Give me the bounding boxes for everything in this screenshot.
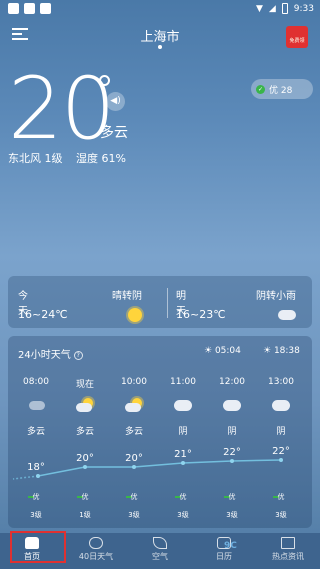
cloud-icon	[125, 403, 141, 412]
hour-time: 08:00	[23, 377, 49, 387]
cloud-calendar-icon	[89, 537, 103, 549]
daily-forecast-card[interactable]: 今天 16~24℃ 晴转阴 明天 16~23℃ 阴转小雨	[8, 276, 312, 328]
hourly-forecast-card[interactable]: 24小时天气? ☀ 05:04 ☀ 18:38 08:00 多云 18° 优 3…	[8, 336, 312, 528]
selection-highlight	[10, 531, 66, 563]
hour-temp: 20°	[76, 453, 94, 464]
app-notification-icon	[24, 3, 35, 14]
hour-time: 现在	[75, 380, 94, 390]
hour-temp: 22°	[272, 446, 290, 457]
current-temperature: 20	[8, 59, 115, 159]
app-notification-icon	[40, 3, 51, 14]
hour-aqi: 优	[179, 493, 187, 501]
hour-wind-level: 1级	[79, 511, 91, 519]
battery-icon	[281, 3, 288, 14]
tab-label: 40日天气	[78, 552, 114, 561]
day-condition: 阴转小雨	[256, 291, 296, 302]
news-icon	[281, 537, 295, 549]
wifi-icon: ▼	[255, 3, 263, 14]
tab-news[interactable]: 热点资讯	[256, 533, 320, 569]
tab-air[interactable]: 空气	[128, 533, 192, 569]
hour-aqi: 优	[81, 493, 89, 501]
header: 上海市 免费领	[0, 20, 320, 50]
speaker-icon[interactable]: ◀)	[106, 92, 125, 111]
watermark-logo: 9C	[224, 541, 237, 551]
hour-time: 10:00	[121, 377, 147, 387]
gift-label: 免费领	[289, 38, 305, 44]
hour-time: 13:00	[268, 377, 294, 387]
hour-condition: 阴	[227, 427, 237, 437]
current-condition: 多云	[100, 125, 128, 141]
app-notification-icon	[8, 3, 19, 14]
hour-wind-level: 3级	[275, 511, 287, 519]
wind-info: 东北风 1级	[8, 152, 63, 165]
divider	[167, 288, 168, 318]
cloud-icon	[76, 403, 92, 412]
hour-time: 12:00	[219, 377, 245, 387]
gift-icon[interactable]: 免费领	[286, 26, 308, 48]
hour-condition: 多云	[124, 427, 143, 437]
hour-column: 11:00 阴 21° 优 3级	[159, 336, 207, 528]
city-name[interactable]: 上海市	[0, 26, 320, 45]
cloud-icon	[272, 400, 290, 411]
hour-wind-level: 3级	[226, 511, 238, 519]
leaf-icon	[153, 537, 167, 549]
cloud-icon	[223, 400, 241, 411]
leaf-icon: ✓	[256, 84, 265, 94]
hour-condition: 多云	[26, 427, 45, 437]
tab-label: 日历	[216, 552, 232, 561]
hour-wind-level: 3级	[30, 511, 42, 519]
hour-temp: 18°	[27, 462, 45, 473]
tab-calendar[interactable]: 日历	[192, 533, 256, 569]
degree-symbol-icon	[99, 75, 110, 86]
signal-icon: ◢	[268, 3, 276, 14]
hour-wind-level: 3级	[177, 511, 189, 519]
tab-label: 热点资讯	[272, 552, 304, 561]
hour-temp: 20°	[125, 453, 143, 464]
status-time: 9:33	[293, 3, 314, 14]
hour-aqi: 优	[32, 493, 40, 501]
hour-aqi: 优	[228, 493, 236, 501]
hour-temp: 21°	[174, 449, 192, 460]
cloud-icon	[278, 310, 296, 320]
hour-condition: 阴	[178, 427, 188, 437]
hour-column: 现在 多云 20° 优 1级	[61, 336, 109, 528]
day-tomorrow-condition: 阴转小雨	[256, 276, 312, 328]
hour-condition: 阴	[276, 427, 286, 437]
partly-cloudy-icon	[29, 401, 45, 410]
hour-time: 11:00	[170, 377, 196, 387]
hour-aqi: 优	[130, 493, 138, 501]
aqi-badge[interactable]: ✓ 优 28	[251, 79, 313, 99]
hour-column: 12:00 阴 22° 优 3级	[208, 336, 256, 528]
cloud-icon	[174, 400, 192, 411]
hour-column: 10:00 多云 20° 优 3级	[110, 336, 158, 528]
notification-icons	[8, 3, 51, 14]
tab-40-day[interactable]: 40日天气	[64, 533, 128, 569]
day-condition: 晴转阴	[112, 291, 142, 302]
status-bar: ▼ ◢ 9:33	[0, 0, 320, 18]
day-range: 16~23℃	[176, 308, 226, 321]
sun-icon	[128, 308, 142, 322]
tab-label: 空气	[152, 552, 168, 561]
hour-wind-level: 3级	[128, 511, 140, 519]
hour-column: 13:00 阴 22° 优 3级	[257, 336, 305, 528]
humidity-info: 湿度 61%	[76, 152, 126, 165]
page-indicator-dot	[158, 45, 162, 49]
day-today-condition: 晴转阴	[112, 276, 162, 328]
aqi-label: 优 28	[269, 85, 293, 96]
day-range: 16~24℃	[18, 308, 68, 321]
hour-aqi: 优	[277, 493, 285, 501]
hour-condition: 多云	[75, 427, 94, 437]
hour-temp: 22°	[223, 447, 241, 458]
hour-column: 08:00 多云 18° 优 3级	[12, 336, 60, 528]
